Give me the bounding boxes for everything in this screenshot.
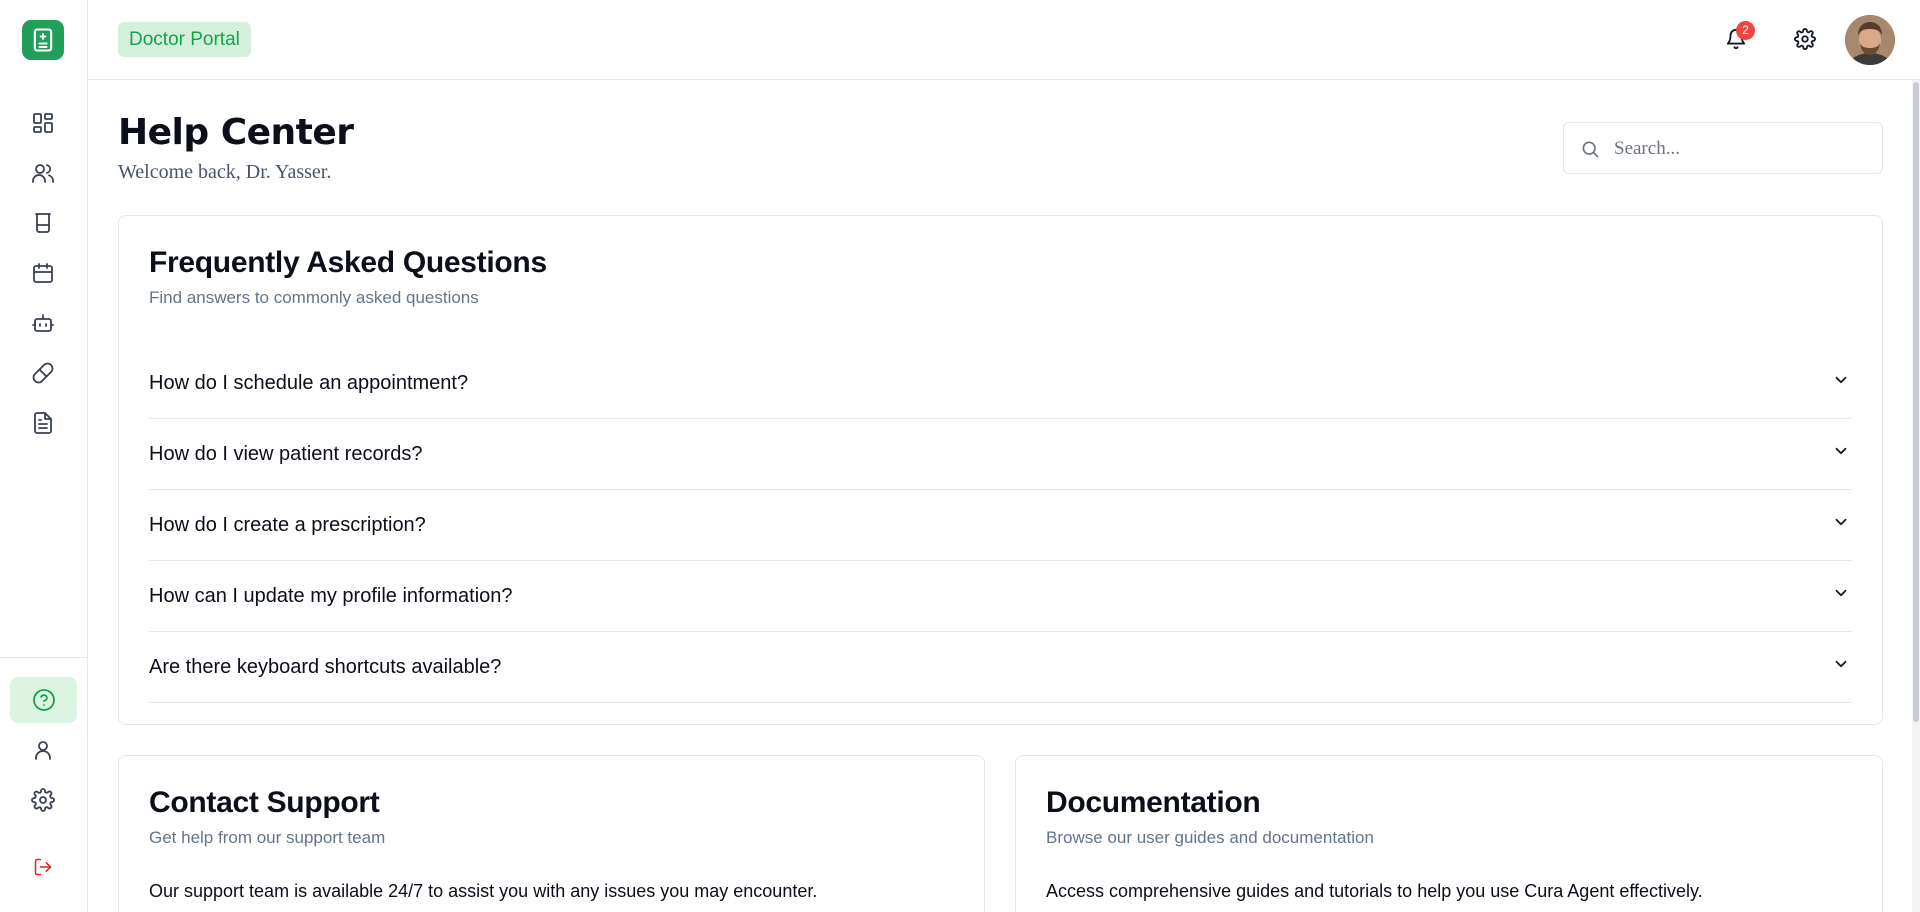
search-input[interactable] [1614,135,1864,163]
documentation-title: Documentation [1046,786,1261,819]
bot-icon [32,314,54,332]
welcome-subtitle: Welcome back, Dr. Yasser. [118,161,332,183]
faq-question: How do I schedule an appointment? [149,372,469,394]
gear-icon [1794,28,1816,50]
faq-item[interactable]: How do I schedule an appointment? [149,348,1852,419]
search-icon [1582,141,1599,158]
document-icon [34,412,52,434]
faq-question: How do I create a prescription? [149,514,426,536]
sidebar-item-reports[interactable] [29,409,57,437]
gear-icon [31,788,55,812]
sidebar-item-logout[interactable] [29,853,57,881]
faq-item[interactable]: How can I update my profile information? [149,561,1852,632]
hospital-icon [33,28,53,52]
chevron-down-icon [1832,584,1852,604]
documentation-body: Access comprehensive guides and tutorial… [1046,881,1703,901]
sidebar-item-lab[interactable] [29,209,57,237]
faq-item[interactable]: How do I view patient records? [149,419,1852,490]
sidebar-item-profile[interactable] [29,736,57,764]
faq-question: How do I view patient records? [149,443,423,465]
faq-description: Find answers to commonly asked questions [149,288,479,307]
faq-list: How do I schedule an appointment? How do… [149,348,1852,703]
sidebar-item-patients[interactable] [29,159,57,187]
sidebar-item-appointments[interactable] [29,259,57,287]
faq-card: Frequently Asked Questions Find answers … [118,215,1883,725]
calendar-icon [33,263,53,283]
faq-title: Frequently Asked Questions [149,246,547,279]
portal-badge: Doctor Portal [118,22,251,57]
user-avatar[interactable] [1845,15,1895,65]
faq-item[interactable]: Are there keyboard shortcuts available? [149,632,1852,703]
faq-question: Are there keyboard shortcuts available? [149,656,502,678]
chevron-down-icon [1832,655,1852,675]
documentation-description: Browse our user guides and documentation [1046,828,1374,847]
top-bar: Doctor Portal 2 [88,0,1920,80]
contact-body: Our support team is available 24/7 to as… [149,881,818,901]
grid-icon [33,113,53,133]
sidebar-divider [0,657,87,658]
chevron-down-icon [1832,371,1852,391]
app-logo[interactable] [22,20,64,60]
pill-icon [32,362,54,384]
contact-description: Get help from our support team [149,828,386,847]
documentation-card: Documentation Browse our user guides and… [1015,755,1883,912]
contact-title: Contact Support [149,786,380,819]
chevron-down-icon [1832,513,1852,533]
user-icon [35,741,51,760]
users-icon [32,164,54,183]
contact-support-card: Contact Support Get help from our suppor… [118,755,985,912]
logout-icon [34,858,52,876]
sidebar-item-agent[interactable] [29,309,57,337]
sidebar-item-settings[interactable] [29,786,57,814]
search-box [1563,122,1883,174]
sidebar-item-prescriptions[interactable] [29,359,57,387]
help-circle-icon [32,689,55,711]
chevron-down-icon [1832,442,1852,462]
notification-count-badge: 2 [1736,21,1755,40]
beaker-icon [35,213,51,233]
sidebar-item-dashboard[interactable] [29,109,57,137]
sidebar-item-help[interactable] [10,677,77,723]
faq-item[interactable]: How do I create a prescription? [149,490,1852,561]
faq-question: How can I update my profile information? [149,585,513,607]
avatar-photo [1845,15,1895,65]
sidebar [0,0,88,912]
settings-button[interactable] [1790,24,1820,54]
page-title: Help Center [118,112,354,153]
scrollbar-thumb[interactable] [1913,82,1919,722]
